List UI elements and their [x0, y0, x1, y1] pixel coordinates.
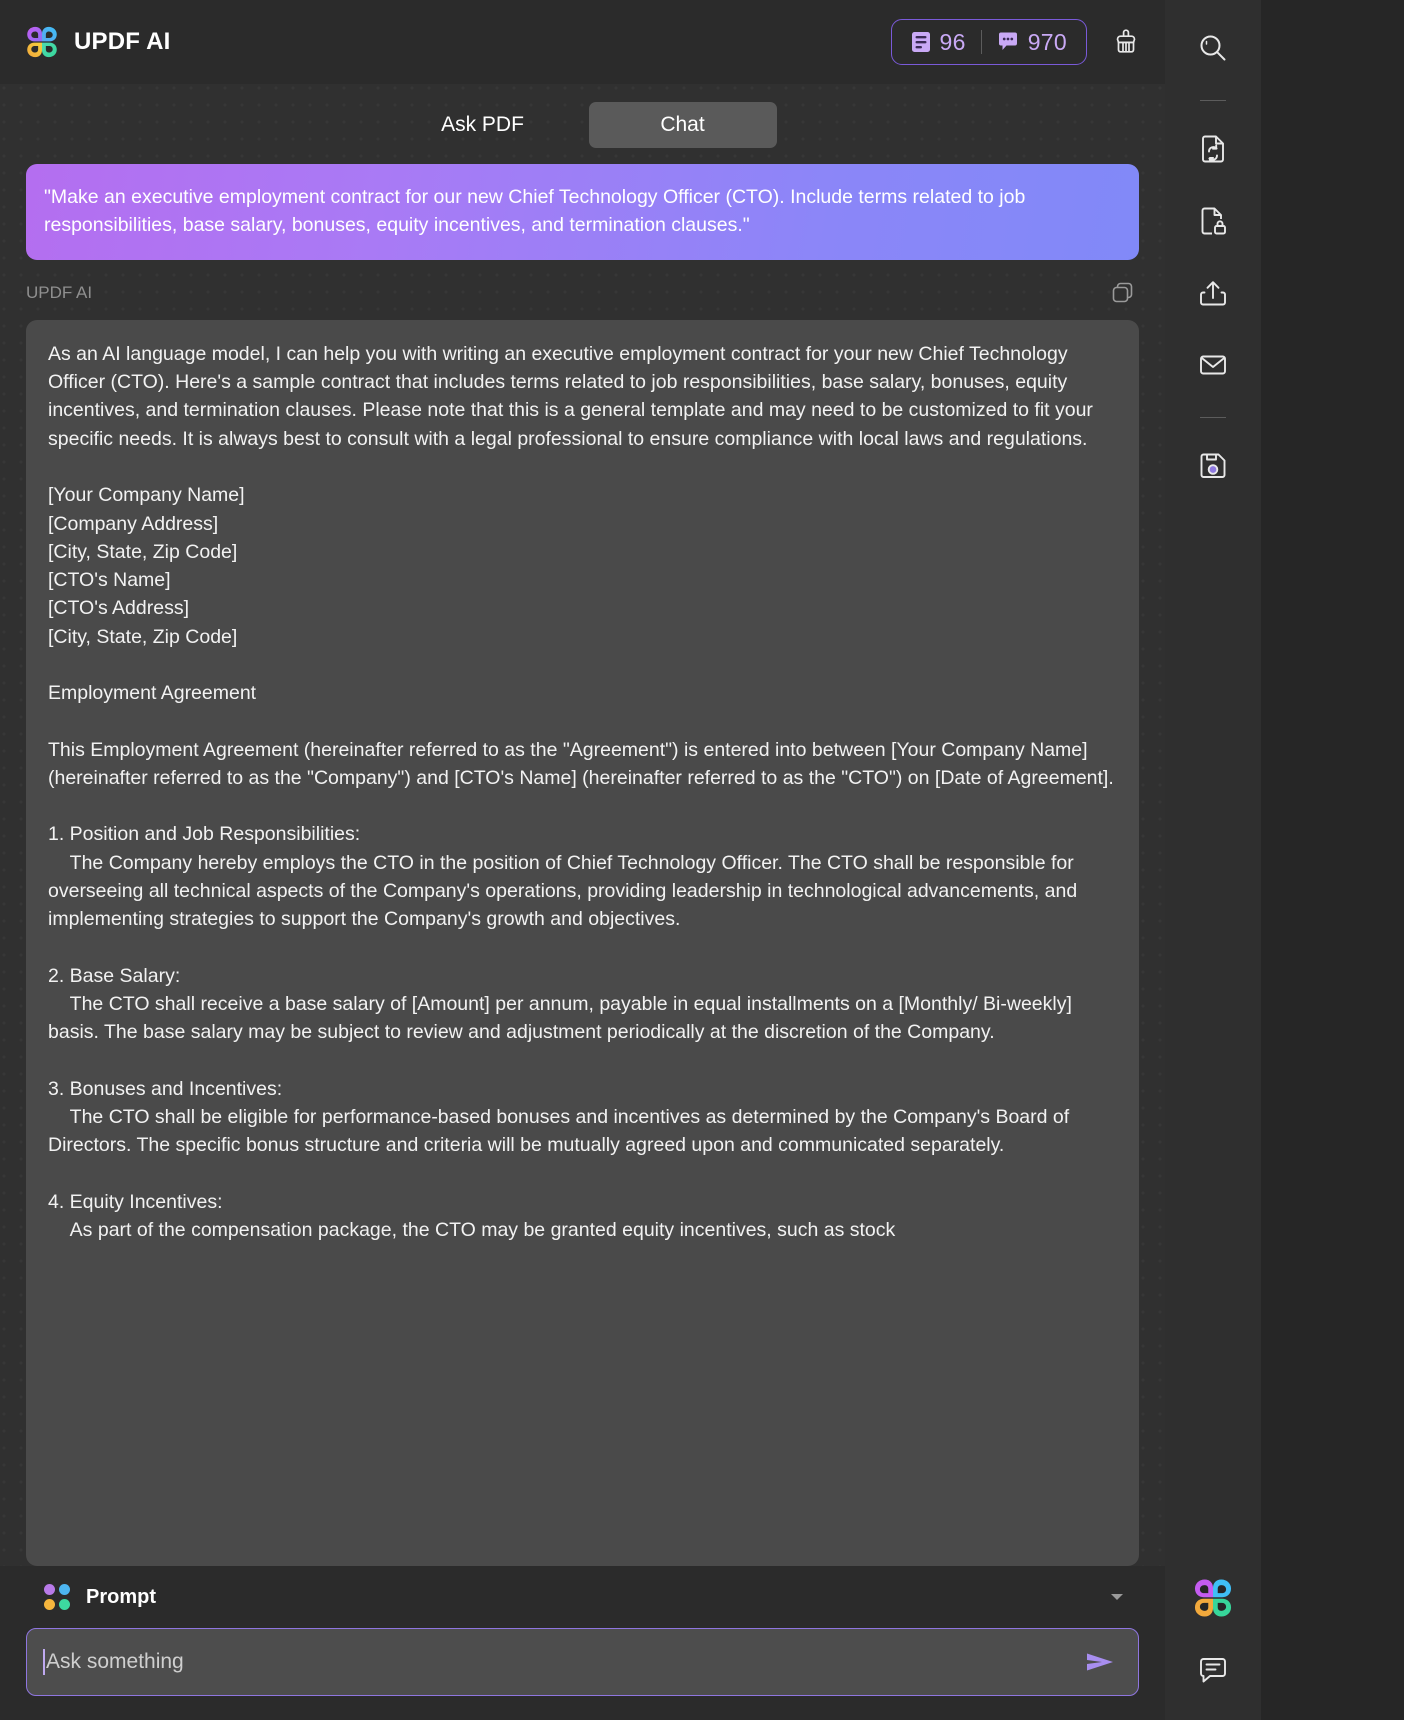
assistant-paragraph: Employment Agreement	[48, 682, 257, 705]
header-actions: 96 970	[890, 19, 1143, 65]
chat-scroll-area: Ask PDF Chat "Make an executive employme…	[0, 84, 1165, 1566]
panel-header: UPDF AI 96 970	[0, 0, 1165, 84]
tab-ask-pdf[interactable]: Ask PDF	[389, 102, 577, 148]
ai-chat-panel: UPDF AI 96 970 Ask PDF Chat "Make an exe…	[0, 0, 1165, 1720]
copy-icon[interactable]	[1107, 277, 1139, 309]
share-upload-icon[interactable]	[1185, 265, 1241, 321]
app-title: UPDF AI	[74, 28, 171, 55]
text-cursor	[43, 1649, 45, 1675]
assistant-name-label: UPDF AI	[26, 282, 93, 302]
search-input-display[interactable]: Ask something	[43, 1649, 1080, 1675]
prompt-label: Prompt	[86, 1585, 156, 1608]
chat-input-wrapper[interactable]: Ask something	[26, 1628, 1139, 1696]
send-icon[interactable]	[1080, 1645, 1120, 1679]
prompt-selector[interactable]: Prompt	[26, 1566, 1139, 1628]
four-dots-icon	[44, 1584, 70, 1610]
usage-counter-badge[interactable]: 96 970	[890, 19, 1087, 65]
right-toolbar-bottom	[1165, 1576, 1261, 1698]
convert-file-icon[interactable]	[1185, 121, 1241, 177]
comment-icon[interactable]	[1185, 1642, 1241, 1698]
assistant-paragraph: [Your Company Name] [Company Address] [C…	[48, 484, 245, 648]
right-toolbar-column	[1165, 0, 1261, 1720]
counter-divider	[980, 30, 982, 54]
chat-mode-tabs: Ask PDF Chat	[26, 84, 1139, 164]
envelope-icon[interactable]	[1185, 337, 1241, 393]
pages-count: 96	[939, 28, 966, 55]
assistant-paragraph: This Employment Agreement (hereinafter r…	[48, 738, 1114, 789]
updf-clover-logo-icon	[24, 24, 60, 60]
pages-counter: 96	[911, 29, 966, 56]
document-pages-icon	[911, 31, 931, 53]
assistant-message-bubble: As an AI language model, I can help you …	[26, 319, 1139, 1566]
assistant-paragraph: 1. Position and Job Responsibilities: Th…	[48, 823, 1078, 931]
protect-file-icon[interactable]	[1185, 193, 1241, 249]
search-icon[interactable]	[1185, 20, 1241, 76]
assistant-paragraph: As an AI language model, I can help you …	[48, 342, 1099, 450]
save-disk-icon[interactable]	[1185, 438, 1241, 494]
tab-chat[interactable]: Chat	[588, 102, 777, 148]
brand: UPDF AI	[24, 24, 171, 60]
chat-count: 970	[1027, 28, 1067, 55]
composer: Prompt Ask something	[0, 1566, 1165, 1720]
brush-icon[interactable]	[1109, 25, 1143, 59]
assistant-paragraph: 4. Equity Incentives: As part of the com…	[48, 1190, 896, 1242]
right-toolbar	[1165, 0, 1404, 1720]
updf-ai-launcher-icon[interactable]	[1191, 1576, 1235, 1620]
assistant-paragraph: 2. Base Salary: The CTO shall receive a …	[48, 964, 1072, 1044]
user-message-bubble: "Make an executive employment contract f…	[26, 164, 1139, 260]
toolbar-divider	[1200, 417, 1226, 418]
assistant-paragraph: 3. Bonuses and Incentives: The CTO shall…	[48, 1077, 1070, 1157]
updf-ai-window: UPDF AI 96 970 Ask PDF Chat "Make an exe…	[0, 0, 1404, 1720]
chat-input-placeholder: Ask something	[46, 1650, 184, 1673]
chevron-down-icon[interactable]	[1111, 1594, 1123, 1600]
chat-bubble-icon	[997, 31, 1019, 53]
toolbar-divider	[1200, 100, 1226, 101]
assistant-meta-row: UPDF AI	[26, 274, 1139, 312]
chat-counter: 970	[997, 29, 1067, 56]
